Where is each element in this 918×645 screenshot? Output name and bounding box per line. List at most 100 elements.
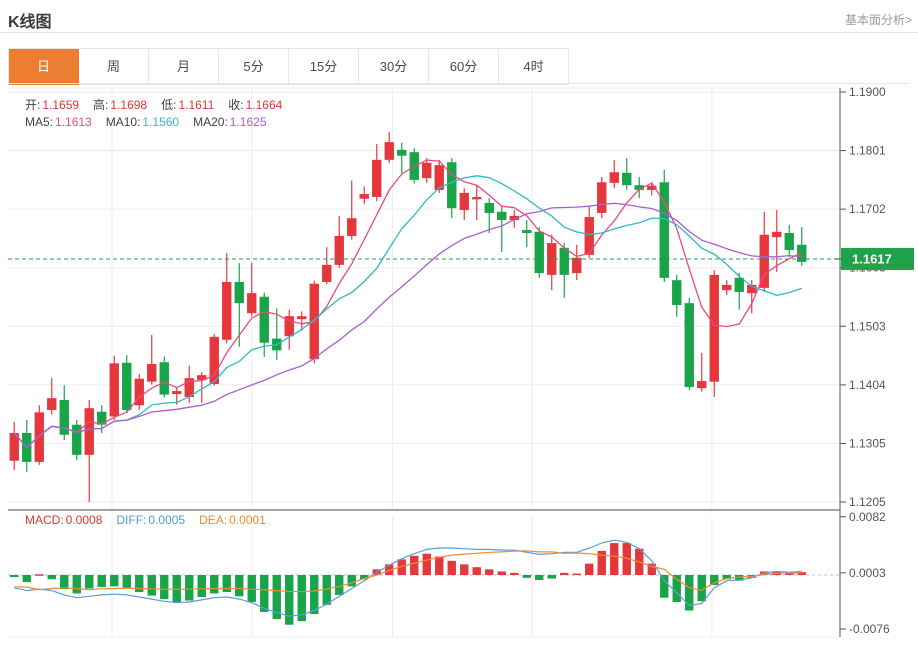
candle-body xyxy=(447,162,456,208)
tab-interval-0[interactable]: 日 xyxy=(9,49,79,85)
legend-item: MA5:1.1613 xyxy=(25,115,92,129)
macd-hist-bar xyxy=(198,575,206,597)
macd-hist-bar xyxy=(35,574,43,576)
candle-body xyxy=(260,297,269,343)
macd-hist-bar xyxy=(523,575,531,578)
candle-body xyxy=(572,258,581,273)
macd-hist-bar xyxy=(560,573,568,575)
ma20-line xyxy=(14,203,802,447)
candle-body xyxy=(235,282,244,303)
candle-body xyxy=(47,398,56,410)
candle-body xyxy=(622,173,631,185)
macd-hist-bar xyxy=(435,557,443,575)
ma5-line xyxy=(14,160,802,447)
price-axis-label: 1.1404 xyxy=(849,378,886,392)
tab-interval-1[interactable]: 周 xyxy=(79,49,149,85)
ma10-line xyxy=(14,176,802,448)
macd-hist-bar xyxy=(60,575,68,589)
ma-legend: MA5:1.1613 MA10:1.1560 MA20:1.1625 xyxy=(25,115,281,129)
macd-hist-bar xyxy=(85,575,93,588)
header-divider xyxy=(0,32,918,33)
macd-hist-bar xyxy=(485,569,493,575)
macd-hist-bar xyxy=(10,575,18,577)
candle-body xyxy=(122,363,131,410)
candle-body xyxy=(85,408,94,455)
legend-item: DEA:0.0001 xyxy=(199,513,266,527)
macd-hist-bar xyxy=(98,575,106,587)
legend-item: 低:1.1611 xyxy=(161,98,214,112)
tab-interval-7[interactable]: 4时 xyxy=(499,49,569,85)
legend-item: MACD:0.0008 xyxy=(25,513,102,527)
legend-item: 收:1.1664 xyxy=(228,98,282,112)
candle-body xyxy=(147,364,156,382)
macd-hist-bar xyxy=(123,575,131,588)
candle-body xyxy=(672,280,681,305)
macd-hist-bar xyxy=(310,575,318,614)
tab-interval-5[interactable]: 30分 xyxy=(359,49,429,85)
candle-body xyxy=(785,233,794,250)
macd-hist-bar xyxy=(510,573,518,575)
interval-tab-strip: 日周月5分15分30分60分4时 xyxy=(8,48,569,85)
candle-body xyxy=(110,363,119,416)
ohlc-legend: 开:1.1659 高:1.1698 低:1.1611 收:1.1664 xyxy=(25,96,296,113)
candle-body xyxy=(522,230,531,233)
candle-body xyxy=(597,182,606,213)
candle-body xyxy=(360,194,369,199)
macd-axis-label: 0.0082 xyxy=(849,510,886,524)
macd-hist-bar xyxy=(135,575,143,592)
macd-axis-label: -0.0076 xyxy=(849,622,890,636)
macd-hist-bar xyxy=(160,575,168,599)
macd-hist-bar xyxy=(585,564,593,575)
macd-hist-bar xyxy=(148,575,156,596)
candle-body xyxy=(772,232,781,237)
tab-interval-6[interactable]: 60分 xyxy=(429,49,499,85)
candle-body xyxy=(535,232,544,273)
macd-hist-bar xyxy=(335,575,343,595)
price-axis-label: 1.1900 xyxy=(849,85,886,99)
legend-item: MA20:1.1625 xyxy=(193,115,266,129)
current-price-badge-text: 1.1617 xyxy=(852,251,892,266)
macd-axis-label: 0.0003 xyxy=(849,566,886,580)
macd-hist-bar xyxy=(110,575,118,586)
legend-item: 开:1.1659 xyxy=(25,98,79,112)
candle-body xyxy=(710,275,719,382)
price-axis-label: 1.1503 xyxy=(849,319,886,333)
legend-item: MA10:1.1560 xyxy=(106,115,179,129)
tab-interval-2[interactable]: 月 xyxy=(149,49,219,85)
candle-body xyxy=(322,265,331,282)
macd-hist-bar xyxy=(210,575,218,593)
fundamental-analysis-link[interactable]: 基本面分析> xyxy=(845,11,912,28)
macd-hist-bar xyxy=(235,575,243,596)
macd-hist-bar xyxy=(185,575,193,601)
price-axis-label: 1.1205 xyxy=(849,495,886,509)
tab-interval-3[interactable]: 5分 xyxy=(219,49,289,85)
candle-body xyxy=(497,212,506,220)
candle-body xyxy=(760,235,769,288)
macd-hist-bar xyxy=(73,575,81,593)
candle-body xyxy=(222,282,231,340)
macd-hist-bar xyxy=(473,567,481,575)
tab-interval-4[interactable]: 15分 xyxy=(289,49,359,85)
price-axis-label: 1.1702 xyxy=(849,202,886,216)
macd-hist-bar xyxy=(573,574,581,576)
macd-hist-bar xyxy=(460,564,468,575)
candle-body xyxy=(335,236,344,265)
candle-body xyxy=(560,248,569,275)
candle-body xyxy=(485,203,494,213)
macd-hist-bar xyxy=(423,554,431,575)
candle-body xyxy=(247,293,256,313)
macd-hist-bar xyxy=(660,575,668,598)
candle-body xyxy=(472,197,481,199)
candle-body xyxy=(385,142,394,160)
dea-line xyxy=(14,551,802,592)
candle-body xyxy=(685,303,694,387)
macd-legend: MACD:0.0008DIFF:0.0005DEA:0.0001 xyxy=(25,513,280,527)
candle-body xyxy=(722,285,731,290)
tabrow-underline xyxy=(8,83,910,84)
legend-item: 高:1.1698 xyxy=(93,98,147,112)
candle-body xyxy=(297,316,306,319)
page-title: K线图 xyxy=(8,8,52,32)
candle-body xyxy=(372,160,381,197)
candle-body xyxy=(422,163,431,178)
candle-body xyxy=(697,381,706,388)
